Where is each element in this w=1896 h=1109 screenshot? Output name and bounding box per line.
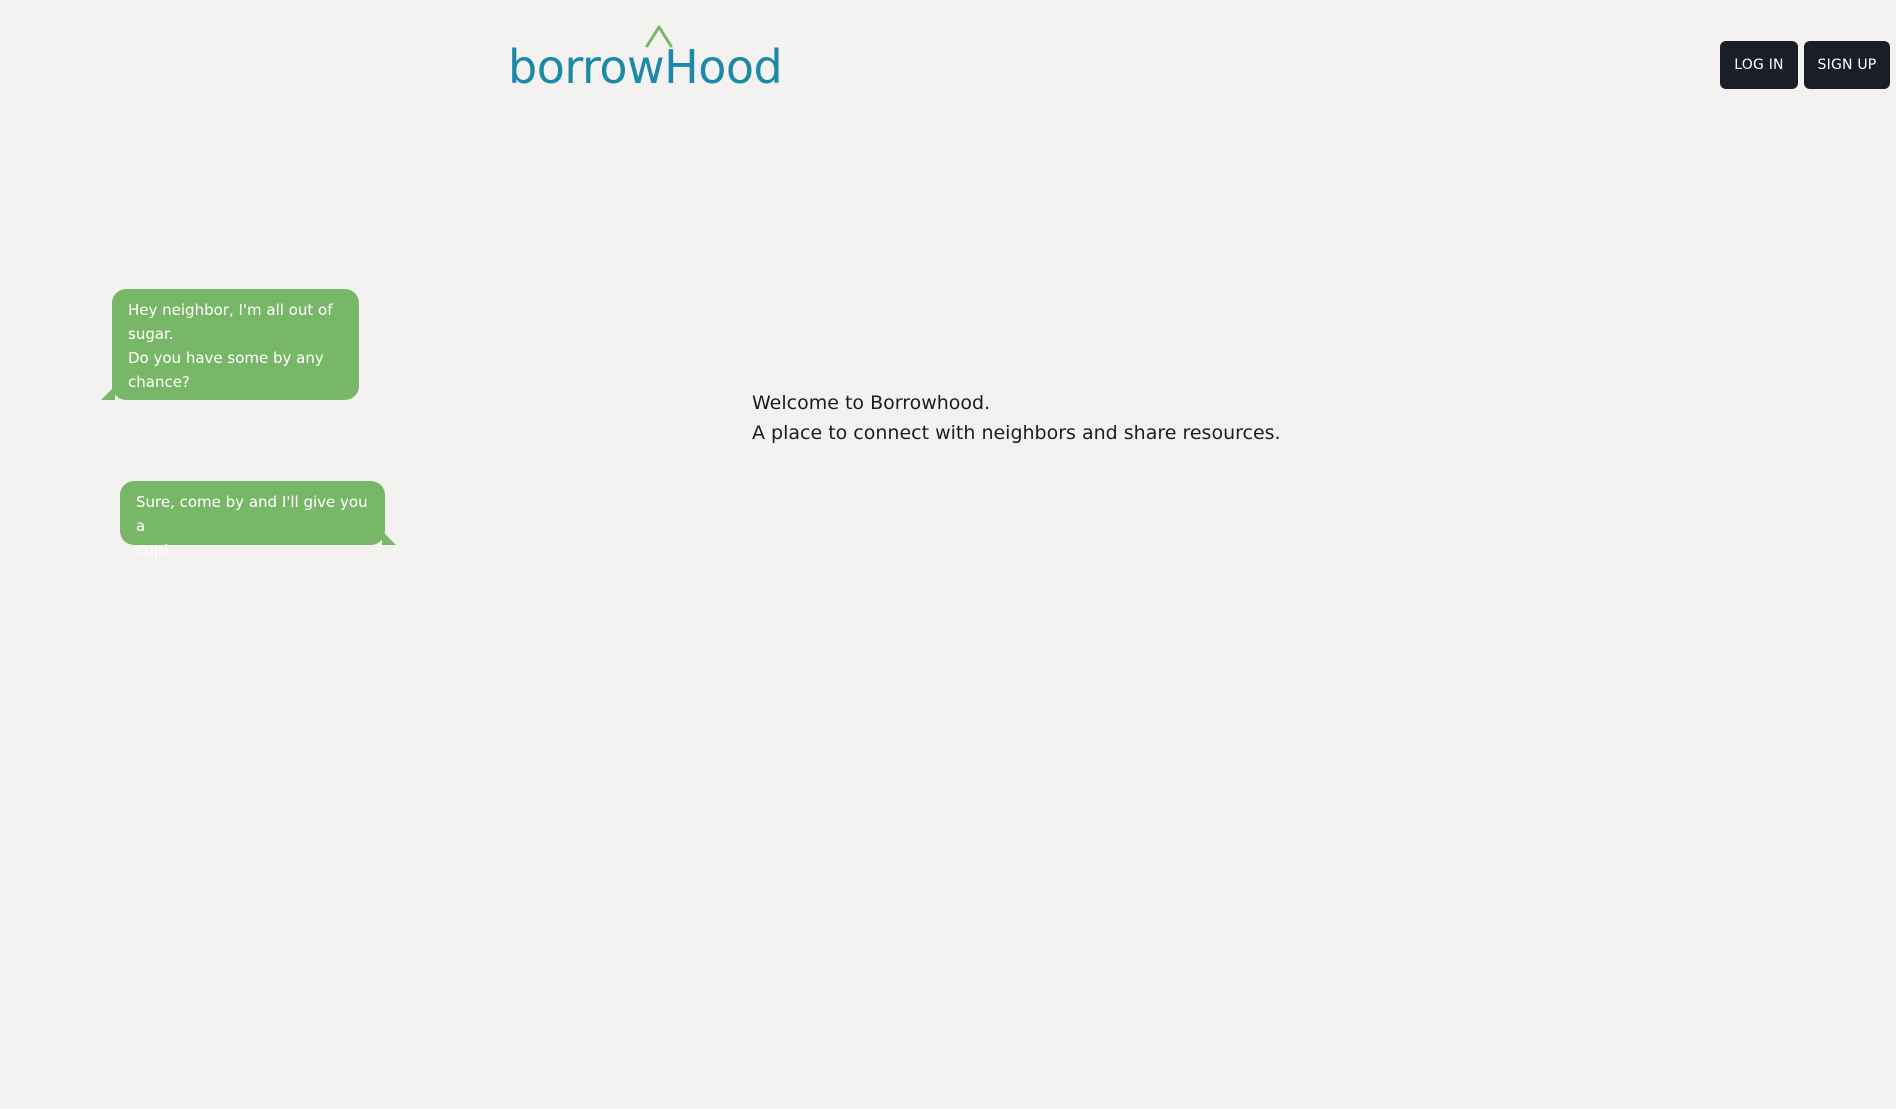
chat-bubble-incoming: Hey neighbor, I'm all out of sugar. Do y… [101,289,359,400]
house-roof-icon [645,25,673,48]
welcome-subtitle: A place to connect with neighbors and sh… [752,422,1281,444]
logo-text: borrowHood [508,40,783,94]
welcome-message: Welcome to Borrowhood. A place to connec… [752,388,1281,448]
chat-bubble-text: Sure, come by and I'll give you a [136,493,368,535]
chat-bubble-text: Hey neighbor, I'm all out of [128,301,333,319]
login-button[interactable]: LOG IN [1720,41,1798,89]
logo[interactable]: borrowHood [508,25,783,94]
auth-buttons: LOG IN SIGN UP [1720,41,1890,89]
welcome-title: Welcome to Borrowhood. [752,392,991,414]
chat-bubble-text: Do you have some by any [128,349,324,367]
chat-bubble-text: sugar. [128,325,174,343]
chat-bubble-text: chance? [128,373,190,391]
chat-bubble-text: cup! [136,541,170,559]
chat-bubble-outgoing: Sure, come by and I'll give you a cup! [120,481,396,559]
signup-button[interactable]: SIGN UP [1804,41,1890,89]
